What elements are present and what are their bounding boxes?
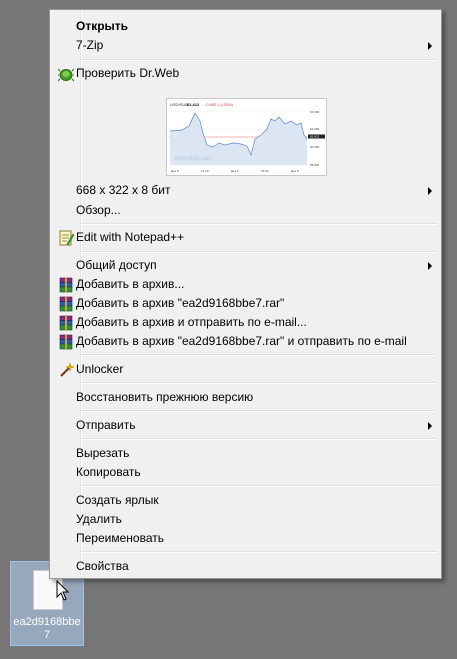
menu-item-label: Edit with Notepad++: [76, 230, 185, 244]
thumb-watermark: Investing.com: [175, 156, 212, 162]
menu-item-label: Создать ярлык: [76, 493, 159, 507]
menu-item-7zip[interactable]: 7-Zip: [52, 36, 439, 55]
menu-item-add-rar-email[interactable]: Добавить в архив "ea2d9168bbe7.rar" и от…: [52, 332, 439, 351]
menu-item-label: Добавить в архив...: [76, 277, 185, 291]
menu-item-label: Общий доступ: [76, 258, 157, 272]
menu-item-add-archive[interactable]: Добавить в архив...: [52, 275, 439, 294]
menu-item-add-email[interactable]: Добавить в архив и отправить по e-mail..…: [52, 313, 439, 332]
thumb-price: 61,412: [187, 102, 200, 107]
winrar-icon: [59, 277, 73, 293]
desktop-file-label: ea2d9168bbe7: [13, 616, 81, 641]
menu-item-create-shortcut[interactable]: Создать ярлык: [52, 491, 439, 510]
menu-item-unlocker[interactable]: Unlocker: [52, 360, 439, 379]
menu-separator: [80, 223, 437, 225]
menu-item-drweb[interactable]: Проверить Dr.Web: [52, 64, 439, 83]
menu-item-label: Добавить в архив "ea2d9168bbe7.rar": [76, 296, 285, 310]
thumb-ytick: 58,000: [310, 163, 320, 167]
unlocker-wand-icon: [60, 362, 74, 377]
menu-item-browse[interactable]: Обзор...: [52, 201, 439, 220]
menu-item-share[interactable]: Общий доступ: [52, 256, 439, 275]
menu-item-label: 668 x 322 x 8 бит: [76, 183, 171, 197]
menu-separator: [80, 485, 437, 487]
menu-item-open[interactable]: Открыть: [52, 17, 439, 36]
menu-item-label: Копировать: [76, 465, 141, 479]
menu-item-label: Удалить: [76, 512, 122, 526]
menu-item-label: Свойства: [76, 559, 129, 573]
menu-separator: [80, 438, 437, 440]
menu-item-label: Обзор...: [76, 203, 121, 217]
winrar-icon: [59, 334, 73, 350]
thumb-title: USD/RUB: [170, 102, 188, 107]
menu-item-notepad[interactable]: Edit with Notepad++: [52, 228, 439, 247]
menu-item-restore[interactable]: Восстановить прежнюю версию: [52, 388, 439, 407]
menu-separator: [80, 354, 437, 356]
menu-item-label: Unlocker: [76, 362, 124, 376]
menu-separator: [80, 251, 437, 253]
submenu-arrow-icon: [428, 42, 432, 50]
menu-separator: [80, 551, 437, 553]
menu-item-label: Открыть: [76, 19, 129, 33]
thumb-ytick: 64,000: [310, 110, 320, 114]
menu-separator: [80, 410, 437, 412]
menu-separator: [80, 382, 437, 384]
menu-item-properties[interactable]: Свойства: [52, 557, 439, 576]
menu-item-label: Переименовать: [76, 531, 164, 545]
thumb-ytick: 61,412: [310, 135, 320, 139]
thumb-ytick: 62,000: [310, 127, 320, 131]
thumb-change: -0,952 (-1,53%): [205, 102, 233, 107]
mouse-cursor-icon: [56, 580, 70, 601]
menu-separator: [80, 59, 437, 61]
winrar-icon: [59, 296, 73, 312]
thumb-xtick: 12:00: [261, 169, 269, 173]
menu-item-label: Отправить: [76, 418, 136, 432]
notepad-plus-plus-icon: [59, 230, 74, 246]
thumb-ytick: 60,000: [310, 145, 320, 149]
menu-item-label: Добавить в архив и отправить по e-mail..…: [76, 315, 307, 329]
menu-item-add-rar[interactable]: Добавить в архив "ea2d9168bbe7.rar": [52, 294, 439, 313]
menu-item-image-info[interactable]: 668 x 322 x 8 бит: [52, 181, 439, 200]
menu-item-rename[interactable]: Переименовать: [52, 529, 439, 548]
thumb-xtick: Дек 9: [231, 169, 239, 173]
menu-item-copy[interactable]: Копировать: [52, 463, 439, 482]
winrar-icon: [59, 315, 73, 331]
context-menu: Открыть 7-Zip Проверить Dr.Web USD/RUB 6…: [49, 9, 442, 579]
menu-item-label: Восстановить прежнюю версию: [76, 390, 254, 404]
menu-item-label: 7-Zip: [76, 38, 104, 52]
image-thumbnail-preview: USD/RUB 61,412 -0,952 (-1,53%) Investing…: [166, 98, 327, 176]
submenu-arrow-icon: [428, 422, 432, 430]
menu-item-label: Проверить Dr.Web: [76, 66, 180, 80]
menu-item-send-to[interactable]: Отправить: [52, 416, 439, 435]
submenu-arrow-icon: [428, 187, 432, 195]
menu-item-cut[interactable]: Вырезать: [52, 444, 439, 463]
thumb-xtick: Дек 9: [291, 169, 299, 173]
submenu-arrow-icon: [428, 262, 432, 270]
menu-item-delete[interactable]: Удалить: [52, 510, 439, 529]
thumb-xtick: 12:00: [201, 169, 209, 173]
drweb-spider-icon: [58, 68, 74, 82]
chart-thumbnail: USD/RUB 61,412 -0,952 (-1,53%) Investing…: [169, 102, 325, 173]
menu-item-label: Вырезать: [76, 446, 130, 460]
menu-item-label: Добавить в архив "ea2d9168bbe7.rar" и от…: [76, 334, 407, 348]
thumb-xtick: Дек 9: [171, 169, 179, 173]
